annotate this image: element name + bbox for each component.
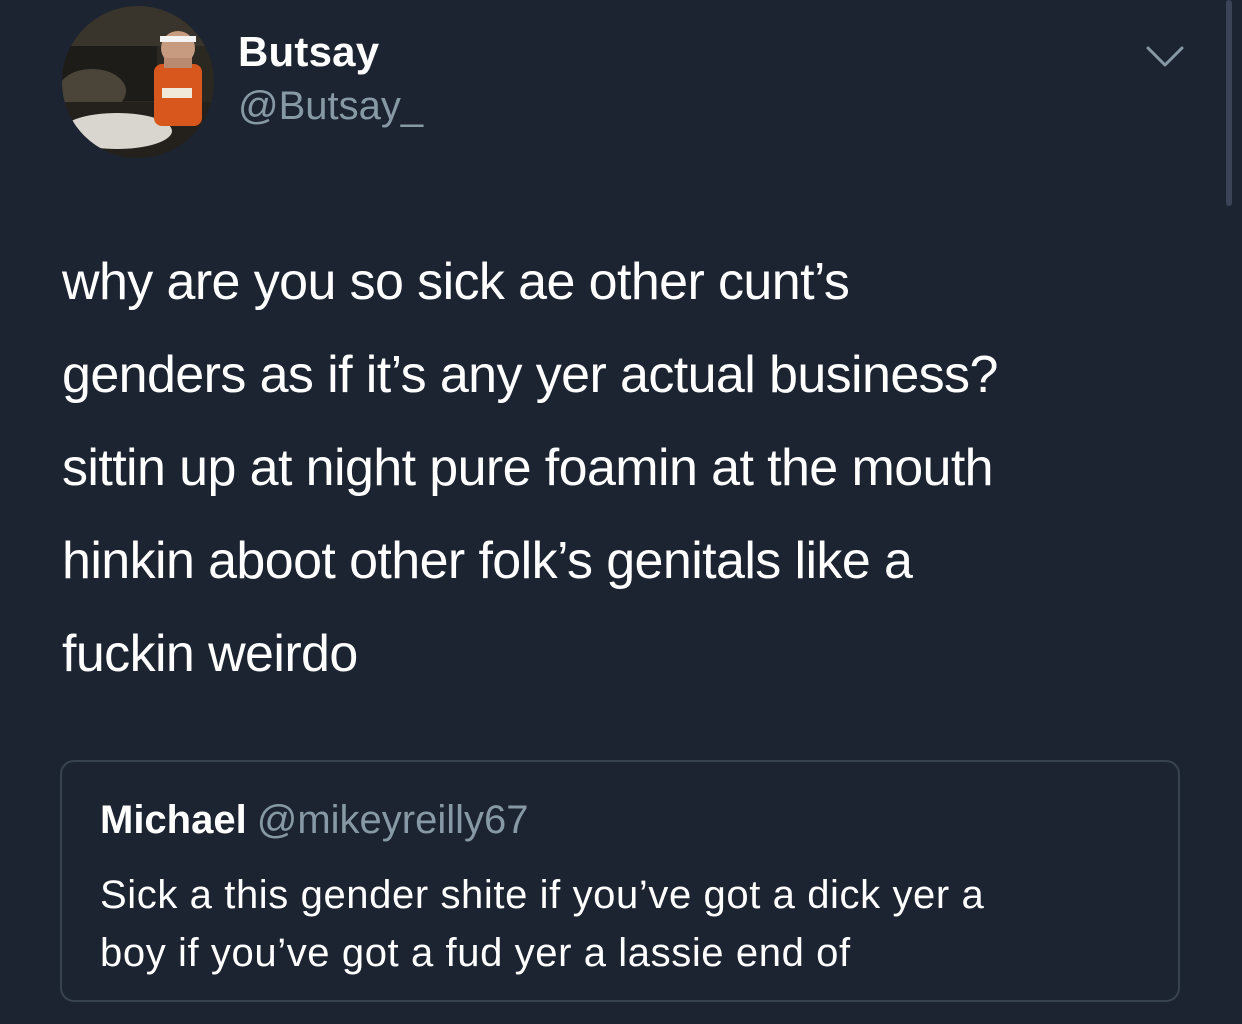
scrollbar[interactable] [1226, 0, 1232, 206]
username-handle[interactable]: @Butsay_ [238, 84, 423, 129]
quoted-tweet[interactable]: Michael @mikeyreilly67 Sick a this gender… [60, 760, 1180, 1002]
avatar[interactable] [62, 6, 214, 158]
quoted-display-name: Michael [100, 798, 247, 842]
display-name[interactable]: Butsay [238, 28, 379, 76]
tweet-text: why are you so sick ae other cunt’s gend… [62, 253, 998, 683]
quoted-username-handle: @mikeyreilly67 [256, 798, 529, 842]
chevron-down-icon[interactable] [1140, 36, 1190, 76]
quoted-tweet-text: Sick a this gender shite if you’ve got a… [100, 873, 985, 975]
quoted-tweet-header: Michael @mikeyreilly67 [100, 798, 529, 843]
